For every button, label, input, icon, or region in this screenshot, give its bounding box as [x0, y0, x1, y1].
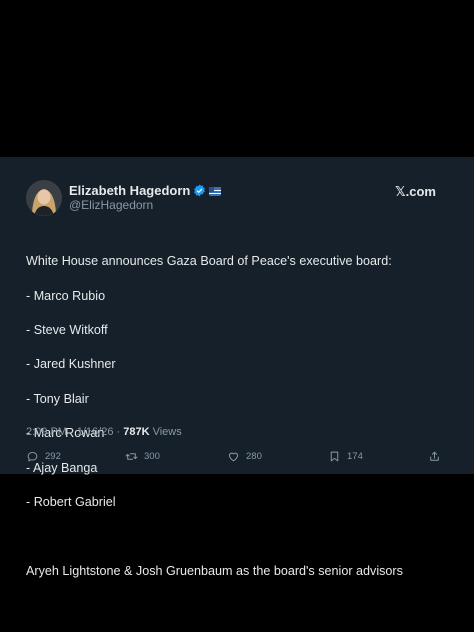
tweet-meta: 2:09 PM · 1/16/26 · 787K Views — [26, 426, 182, 438]
views-label: Views — [149, 426, 182, 438]
tweet-text: White House announces Gaza Board of Peac… — [26, 236, 446, 597]
x-logo: 𝕏.com — [395, 184, 436, 199]
reply-icon — [27, 451, 38, 462]
heart-icon — [228, 452, 239, 462]
tweet-line — [26, 528, 446, 545]
share-icon — [430, 451, 439, 461]
tweet-line: Aryeh Lightstone & Josh Gruenbaum as the… — [26, 563, 403, 578]
like-count: 280 — [246, 451, 262, 462]
bookmark-count: 174 — [347, 451, 363, 462]
tweet-date[interactable]: 1/16/26 — [77, 426, 114, 438]
avatar[interactable] — [26, 180, 62, 216]
bookmark-button[interactable]: 174 — [328, 450, 363, 463]
tweet-line: White House announces Gaza Board of Peac… — [26, 254, 392, 269]
reply-count: 292 — [45, 451, 61, 462]
tweet-line: - Tony Blair — [26, 391, 89, 406]
meta-separator: · — [113, 426, 124, 438]
tweet-actions: 292 300 280 174 — [26, 450, 446, 466]
share-button[interactable] — [428, 450, 441, 463]
tweet-line: - Robert Gabriel — [26, 495, 116, 510]
retweet-button[interactable]: 300 — [125, 450, 160, 463]
like-button[interactable]: 280 — [227, 450, 262, 463]
reply-button[interactable]: 292 — [26, 450, 61, 463]
author-name[interactable]: Elizabeth Hagedorn — [69, 183, 190, 198]
author-name-row: Elizabeth Hagedorn — [69, 183, 222, 198]
meta-separator: · — [66, 426, 77, 438]
retweet-icon — [125, 453, 138, 460]
bookmark-icon — [330, 451, 339, 462]
tweet-line: - Marco Rubio — [26, 288, 106, 303]
views-count: 787K — [123, 426, 150, 438]
retweet-count: 300 — [144, 451, 160, 462]
tweet-time[interactable]: 2:09 PM — [26, 426, 67, 438]
tweet-line: - Jared Kushner — [26, 357, 116, 372]
author-handle[interactable]: @ElizHagedorn — [69, 198, 153, 212]
verified-badge-icon — [193, 184, 206, 197]
affiliation-badge-icon — [209, 185, 222, 196]
tweet-line: - Steve Witkoff — [26, 323, 108, 338]
